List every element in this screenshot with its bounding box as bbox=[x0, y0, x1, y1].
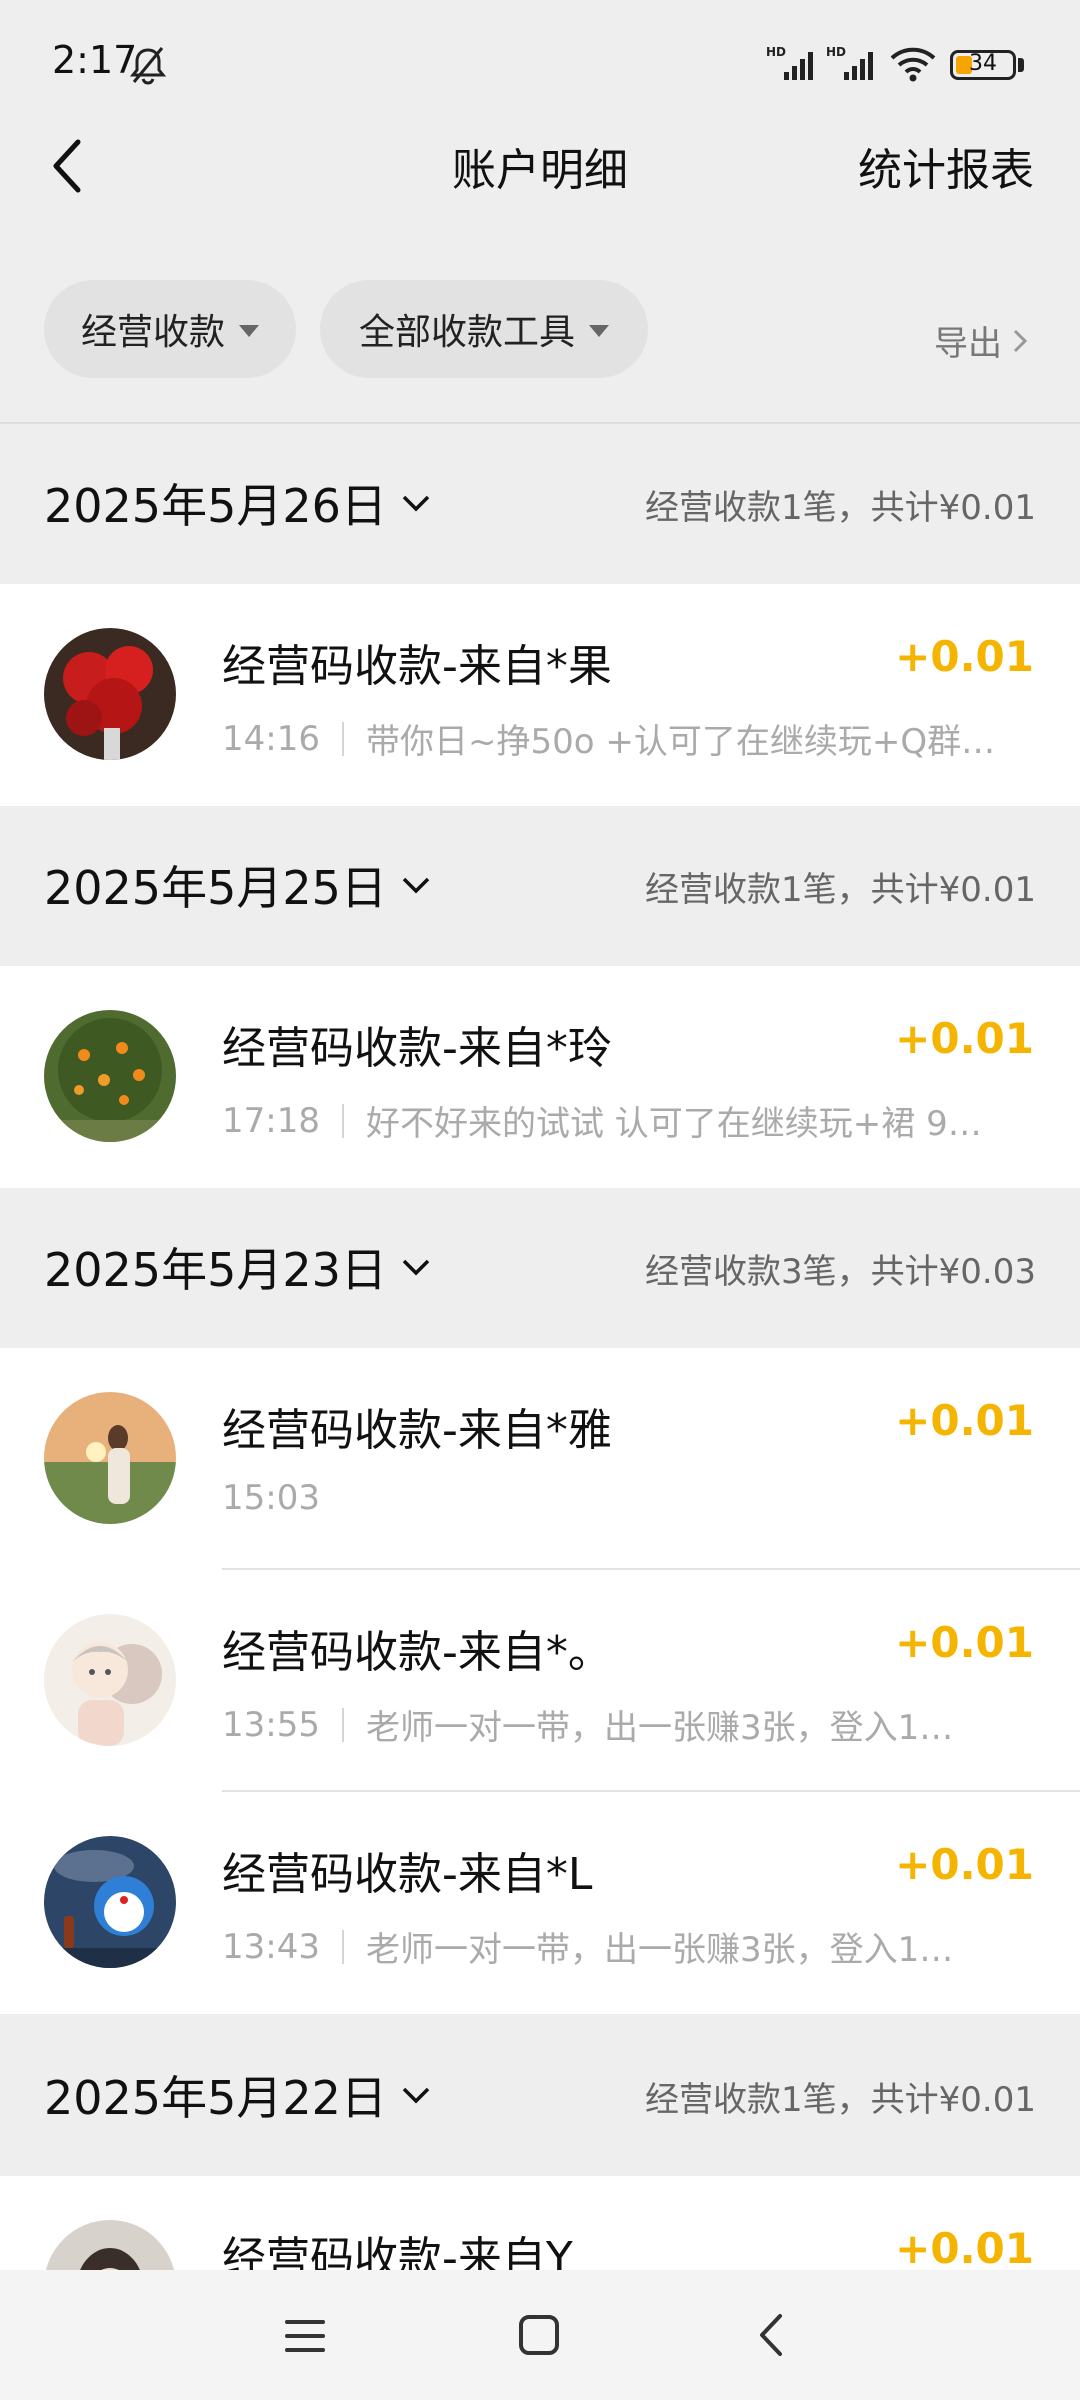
caret-down-icon bbox=[239, 325, 259, 337]
transaction-note: 老师一对一带，出一张赚3张，登入1… bbox=[365, 1930, 954, 1970]
signal-hd-label-1: HD bbox=[766, 45, 786, 59]
section-date: 2025年5月25日 bbox=[44, 861, 387, 915]
cartoon-boy-avatar bbox=[44, 1614, 176, 1746]
transaction-row[interactable]: 经营码收款-来自*玲 +0.01 17:18 好不好来的试试 认可了在继续玩+裙… bbox=[0, 966, 1080, 1188]
date-section-header[interactable]: 2025年5月25日 经营收款1笔，共计¥0.01 bbox=[0, 806, 1080, 966]
date-section-header[interactable]: 2025年5月23日 经营收款3笔，共计¥0.03 bbox=[0, 1188, 1080, 1348]
transaction-amount: +0.01 bbox=[895, 1014, 1034, 1063]
section-date: 2025年5月26日 bbox=[44, 479, 387, 533]
tool-filter-dropdown[interactable]: 全部收款工具 bbox=[320, 280, 648, 378]
transaction-row[interactable]: 经营码收款-来自*。 +0.01 13:55 老师一对一带，出一张赚3张，登入1… bbox=[0, 1570, 1080, 1792]
date-section-header[interactable]: 2025年5月22日 经营收款1笔，共计¥0.01 bbox=[0, 2016, 1080, 2176]
transaction-time: 13:43 bbox=[222, 1926, 320, 1967]
meta-separator bbox=[341, 1103, 344, 1138]
orange-tree-avatar bbox=[44, 1010, 176, 1142]
transaction-amount: +0.01 bbox=[895, 1396, 1034, 1445]
meta-separator bbox=[341, 1929, 344, 1964]
battery-icon: 34 bbox=[950, 50, 1016, 80]
bell-muted-icon bbox=[129, 47, 167, 85]
transaction-title: 经营码收款-来自*玲 bbox=[222, 1023, 612, 1074]
date-section-header[interactable]: 2025年5月26日 经营收款1笔，共计¥0.01 bbox=[0, 424, 1080, 584]
export-button[interactable]: 导出 bbox=[934, 316, 1028, 365]
signal-hd-label-2: HD bbox=[826, 45, 846, 59]
section-summary: 经营收款1笔，共计¥0.01 bbox=[645, 488, 1036, 528]
home-icon[interactable] bbox=[518, 2314, 560, 2356]
transaction-title: 经营码收款-来自*果 bbox=[222, 641, 612, 692]
transaction-title: 经营码收款-来自*L bbox=[222, 1849, 593, 1900]
meta-separator bbox=[341, 1707, 344, 1742]
transaction-row[interactable]: 经营码收款-来自*L +0.01 13:43 老师一对一带，出一张赚3张，登入1… bbox=[0, 1792, 1080, 2014]
transaction-time: 15:03 bbox=[222, 1478, 320, 1518]
transaction-time: 14:16 bbox=[222, 718, 320, 759]
doraemon-avatar bbox=[44, 1836, 176, 1968]
status-bar: 2:17 HD HD 34 bbox=[0, 0, 1080, 130]
type-filter-dropdown[interactable]: 经营收款 bbox=[44, 280, 296, 378]
transaction-note: 带你日~挣50o +认可了在继续玩+Q群… bbox=[365, 722, 996, 762]
type-filter-label: 经营收款 bbox=[80, 312, 225, 353]
export-label: 导出 bbox=[934, 324, 1002, 364]
chevron-down-icon bbox=[402, 495, 430, 512]
transaction-amount: +0.01 bbox=[895, 2224, 1034, 2273]
menu-icon[interactable] bbox=[284, 2316, 326, 2356]
transaction-time: 17:18 bbox=[222, 1100, 320, 1141]
meta-separator bbox=[341, 721, 344, 756]
back-nav-icon[interactable] bbox=[756, 2312, 786, 2358]
chevron-down-icon bbox=[402, 877, 430, 894]
section-summary: 经营收款1笔，共计¥0.01 bbox=[645, 870, 1036, 910]
section-date: 2025年5月23日 bbox=[44, 1243, 387, 1297]
transaction-title: 经营码收款-来自*雅 bbox=[222, 1405, 612, 1456]
report-button[interactable]: 统计报表 bbox=[858, 134, 1034, 198]
signal-icon-1: HD bbox=[766, 44, 818, 88]
transaction-amount: +0.01 bbox=[895, 632, 1034, 681]
transaction-amount: +0.01 bbox=[895, 1618, 1034, 1667]
sunset-girl-avatar bbox=[44, 1392, 176, 1524]
chevron-down-icon bbox=[402, 2087, 430, 2104]
tool-filter-label: 全部收款工具 bbox=[358, 312, 575, 353]
signal-icon-2: HD bbox=[826, 44, 878, 88]
battery-level: 34 bbox=[969, 51, 997, 76]
transaction-note: 老师一对一带，出一张赚3张，登入1… bbox=[365, 1708, 954, 1748]
transaction-title: 经营码收款-来自*。 bbox=[222, 1627, 612, 1678]
section-summary: 经营收款1笔，共计¥0.01 bbox=[645, 2080, 1036, 2120]
section-summary: 经营收款3笔，共计¥0.03 bbox=[645, 1252, 1036, 1292]
caret-down-icon bbox=[589, 325, 609, 337]
chevron-down-icon bbox=[402, 1259, 430, 1276]
transaction-time: 13:55 bbox=[222, 1704, 320, 1745]
transaction-amount: +0.01 bbox=[895, 1840, 1034, 1889]
nav-bar: 账户明细 统计报表 bbox=[0, 120, 1080, 210]
filter-bar: 经营收款 全部收款工具 导出 bbox=[0, 270, 1080, 390]
wifi-icon bbox=[890, 47, 936, 82]
transaction-row[interactable]: 经营码收款-来自*果 +0.01 14:16 带你日~挣50o +认可了在继续玩… bbox=[0, 584, 1080, 806]
chevron-right-icon bbox=[1013, 329, 1028, 352]
red-flower-avatar bbox=[44, 628, 176, 760]
status-time: 2:17 bbox=[52, 38, 138, 82]
transaction-note: 好不好来的试试 认可了在继续玩+裙 9… bbox=[365, 1104, 982, 1144]
system-nav-bar bbox=[0, 2270, 1080, 2400]
transaction-row[interactable]: 经营码收款-来自*雅 +0.01 15:03 bbox=[0, 1348, 1080, 1570]
section-date: 2025年5月22日 bbox=[44, 2071, 387, 2125]
